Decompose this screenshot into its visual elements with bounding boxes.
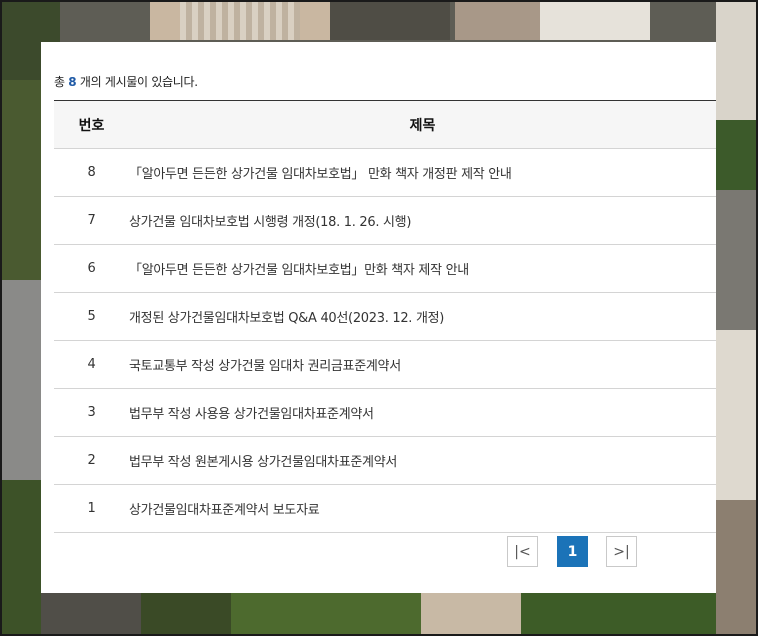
row-title-link[interactable]: 법무부 작성 원본게시용 상가건물임대차표준계약서	[129, 436, 716, 485]
row-number: 2	[54, 436, 129, 485]
row-title-link[interactable]: 「알아두면 든든한 상가건물 임대차보호법」만화 책자 제작 안내	[129, 244, 716, 293]
table-row[interactable]: 2 법무부 작성 원본게시용 상가건물임대차표준계약서	[54, 436, 716, 485]
row-title-link[interactable]: 상가건물임대차표준계약서 보도자료	[129, 484, 716, 533]
board-panel: 총 8 개의 게시물이 있습니다. 번호 제목 8 「알아두면 든든한 상가건물…	[41, 42, 716, 593]
first-page-button[interactable]: |<	[507, 536, 538, 567]
table-row[interactable]: 5 개정된 상가건물임대차보호법 Q&A 40선(2023. 12. 개정)	[54, 292, 716, 341]
row-title-link[interactable]: 법무부 작성 사용용 상가건물임대차표준계약서	[129, 388, 716, 437]
row-title-link[interactable]: 국토교통부 작성 상가건물 임대차 권리금표준계약서	[129, 340, 716, 389]
last-page-icon: >|	[613, 543, 630, 560]
first-page-icon: |<	[514, 543, 531, 560]
count-prefix: 총	[54, 75, 65, 89]
table-row[interactable]: 3 법무부 작성 사용용 상가건물임대차표준계약서	[54, 388, 716, 437]
post-count-text: 총 8 개의 게시물이 있습니다.	[54, 73, 198, 90]
count-suffix: 개의 게시물이 있습니다.	[79, 75, 198, 89]
row-number: 1	[54, 484, 129, 533]
post-count-number: 8	[68, 75, 77, 89]
row-number: 3	[54, 388, 129, 437]
row-number: 4	[54, 340, 129, 389]
row-number: 5	[54, 292, 129, 341]
table-header-row: 번호 제목	[54, 100, 716, 149]
page-number-button[interactable]: 1	[557, 536, 588, 567]
row-number: 6	[54, 244, 129, 293]
row-title-link[interactable]: 상가건물 임대차보호법 시행령 개정(18. 1. 26. 시행)	[129, 196, 716, 245]
row-number: 7	[54, 196, 129, 245]
table-row[interactable]: 8 「알아두면 든든한 상가건물 임대차보호법」 만화 책자 개정판 제작 안내	[54, 148, 716, 197]
last-page-button[interactable]: >|	[606, 536, 637, 567]
board-table: 번호 제목 8 「알아두면 든든한 상가건물 임대차보호법」 만화 책자 개정판…	[54, 100, 716, 533]
header-title: 제목	[129, 100, 716, 149]
table-row[interactable]: 4 국토교통부 작성 상가건물 임대차 권리금표준계약서	[54, 340, 716, 389]
table-row[interactable]: 6 「알아두면 든든한 상가건물 임대차보호법」만화 책자 제작 안내	[54, 244, 716, 293]
table-row[interactable]: 1 상가건물임대차표준계약서 보도자료	[54, 484, 716, 533]
row-title-link[interactable]: 개정된 상가건물임대차보호법 Q&A 40선(2023. 12. 개정)	[129, 292, 716, 341]
row-title-link[interactable]: 「알아두면 든든한 상가건물 임대차보호법」 만화 책자 개정판 제작 안내	[129, 148, 716, 197]
table-row[interactable]: 7 상가건물 임대차보호법 시행령 개정(18. 1. 26. 시행)	[54, 196, 716, 245]
row-number: 8	[54, 148, 129, 197]
header-number: 번호	[54, 100, 129, 149]
